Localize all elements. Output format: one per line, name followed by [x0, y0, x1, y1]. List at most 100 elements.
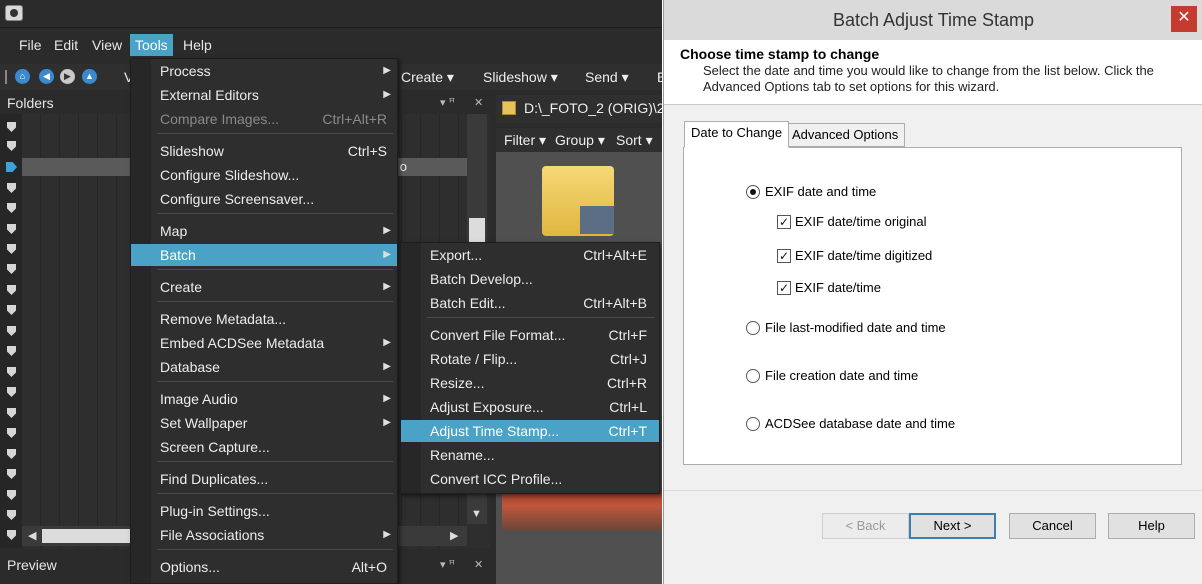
- batch-resize[interactable]: Resize... Ctrl+R: [401, 372, 659, 394]
- tools-batch[interactable]: Batch ▶: [131, 244, 397, 266]
- tree-node-icon[interactable]: [7, 408, 16, 418]
- tree-node-selected-icon[interactable]: [6, 162, 17, 172]
- help-button[interactable]: Help: [1108, 513, 1195, 539]
- tools-database[interactable]: Database ▶: [131, 356, 397, 378]
- group-menu[interactable]: Group ▾: [555, 132, 605, 149]
- menu-file[interactable]: File: [14, 34, 47, 56]
- batch-convert-format[interactable]: Convert File Format... Ctrl+F: [401, 324, 659, 346]
- tree-node-icon[interactable]: [7, 326, 16, 336]
- batch-convert-icc[interactable]: Convert ICC Profile...: [401, 468, 659, 490]
- tree-node-icon[interactable]: [7, 530, 16, 540]
- path-bar[interactable]: D:\_FOTO_2 (ORIG)\2: [496, 95, 662, 123]
- checkbox[interactable]: ✓: [777, 249, 791, 263]
- tools-embed-metadata[interactable]: Embed ACDSee Metadata ▶: [131, 332, 397, 354]
- tab-date-to-change[interactable]: Date to Change: [684, 121, 790, 148]
- tools-set-wallpaper[interactable]: Set Wallpaper ▶: [131, 412, 397, 434]
- tools-screen-capture[interactable]: Screen Capture...: [131, 436, 397, 458]
- batch-rename[interactable]: Rename...: [401, 444, 659, 466]
- tree-node-icon[interactable]: [7, 224, 16, 234]
- pane-close-icon[interactable]: ✕: [474, 96, 483, 109]
- batch-rotate-flip[interactable]: Rotate / Flip... Ctrl+J: [401, 348, 659, 370]
- play-icon[interactable]: ▶: [60, 69, 75, 84]
- pane-pin-icon[interactable]: ▾ ꟸ: [440, 558, 455, 571]
- tools-find-duplicates[interactable]: Find Duplicates...: [131, 468, 397, 490]
- radio-button[interactable]: [746, 321, 760, 335]
- radio-button[interactable]: [746, 417, 760, 431]
- tools-image-audio[interactable]: Image Audio ▶: [131, 388, 397, 410]
- pane-pin-icon[interactable]: ▾ ꟸ: [440, 96, 455, 109]
- tree-node-icon[interactable]: [7, 203, 16, 213]
- checkbox[interactable]: ✓: [777, 215, 791, 229]
- folder-thumbnail[interactable]: [542, 166, 614, 236]
- tree-node-icon[interactable]: [7, 244, 16, 254]
- option-label: EXIF date/time: [795, 280, 881, 295]
- option-label: File creation date and time: [765, 368, 919, 383]
- radio-button[interactable]: [746, 369, 760, 383]
- toolbar-send[interactable]: Send ▾: [585, 64, 629, 90]
- up-icon[interactable]: ▲: [82, 69, 97, 84]
- menu-tools[interactable]: Tools: [130, 34, 173, 56]
- tree-node-icon[interactable]: [7, 346, 16, 356]
- batch-edit[interactable]: Batch Edit... Ctrl+Alt+B: [401, 292, 659, 314]
- submenu-arrow-icon: ▶: [383, 393, 391, 404]
- tools-plugin-settings[interactable]: Plug-in Settings...: [131, 500, 397, 522]
- checkbox[interactable]: ✓: [777, 281, 791, 295]
- scroll-right-icon[interactable]: ▶: [450, 529, 458, 542]
- batch-adjust-time-stamp[interactable]: Adjust Time Stamp... Ctrl+T: [401, 420, 659, 442]
- tree-node-icon[interactable]: [7, 510, 16, 520]
- scroll-left-icon[interactable]: ◀: [28, 529, 36, 542]
- pane-close-icon[interactable]: ✕: [474, 558, 483, 571]
- tools-file-associations[interactable]: File Associations ▶: [131, 524, 397, 546]
- back-button[interactable]: < Back: [822, 513, 909, 539]
- close-icon[interactable]: ✕: [1171, 6, 1197, 32]
- option-label: EXIF date and time: [765, 184, 877, 199]
- tools-remove-metadata[interactable]: Remove Metadata...: [131, 308, 397, 330]
- tools-map[interactable]: Map ▶: [131, 220, 397, 242]
- tree-node-icon[interactable]: [7, 367, 16, 377]
- cancel-button[interactable]: Cancel: [1009, 513, 1096, 539]
- toolbar-slideshow[interactable]: Slideshow ▾: [483, 64, 558, 90]
- radio-button[interactable]: [746, 185, 760, 199]
- app-logo-icon: [5, 5, 23, 21]
- tools-create[interactable]: Create ▶: [131, 276, 397, 298]
- image-thumbnail[interactable]: [502, 490, 662, 530]
- batch-export[interactable]: Export... Ctrl+Alt+E: [401, 244, 659, 266]
- tree-node-icon[interactable]: [7, 264, 16, 274]
- sort-menu[interactable]: Sort ▾: [616, 132, 653, 149]
- tree-node-icon[interactable]: [7, 122, 16, 132]
- tree-node-icon[interactable]: [7, 183, 16, 193]
- tree-node-icon[interactable]: [7, 305, 16, 315]
- batch-develop[interactable]: Batch Develop...: [401, 268, 659, 290]
- tools-external-editors[interactable]: External Editors ▶: [131, 84, 397, 106]
- next-button[interactable]: Next >: [909, 513, 996, 539]
- tree-node-icon[interactable]: [7, 141, 16, 151]
- submenu-arrow-icon: ▶: [383, 529, 391, 540]
- toolbar-create[interactable]: Create ▾: [401, 64, 454, 90]
- batch-adjust-exposure[interactable]: Adjust Exposure... Ctrl+L: [401, 396, 659, 418]
- back-icon[interactable]: ◀: [39, 69, 54, 84]
- tools-slideshow[interactable]: Slideshow Ctrl+S: [131, 140, 397, 162]
- tree-node-icon[interactable]: [7, 387, 16, 397]
- tree-node-icon[interactable]: [7, 469, 16, 479]
- home-icon[interactable]: ⌂: [15, 69, 30, 84]
- folders-pane-title: Folders: [7, 95, 54, 111]
- tree-node-icon[interactable]: [7, 285, 16, 295]
- menu-help[interactable]: Help: [178, 34, 217, 56]
- dialog-title: Batch Adjust Time Stamp: [832, 10, 1035, 30]
- menu-view[interactable]: View: [87, 34, 127, 56]
- tools-options[interactable]: Options... Alt+O: [131, 556, 397, 578]
- tree-node-icon[interactable]: [7, 490, 16, 500]
- scroll-down-icon[interactable]: ▼: [471, 508, 482, 520]
- tab-advanced-options[interactable]: Advanced Options: [785, 123, 906, 147]
- tools-configure-slideshow[interactable]: Configure Slideshow...: [131, 164, 397, 186]
- menu-edit[interactable]: Edit: [49, 34, 83, 56]
- tools-configure-screensaver[interactable]: Configure Screensaver...: [131, 188, 397, 210]
- submenu-arrow-icon: ▶: [383, 281, 391, 292]
- scrollbar-thumb[interactable]: [469, 218, 485, 242]
- submenu-arrow-icon: ▶: [383, 65, 391, 76]
- tree-node-icon[interactable]: [7, 428, 16, 438]
- submenu-arrow-icon: ▶: [383, 417, 391, 428]
- tools-process[interactable]: Process ▶: [131, 60, 397, 82]
- tree-node-icon[interactable]: [7, 449, 16, 459]
- filter-menu[interactable]: Filter ▾: [504, 132, 546, 149]
